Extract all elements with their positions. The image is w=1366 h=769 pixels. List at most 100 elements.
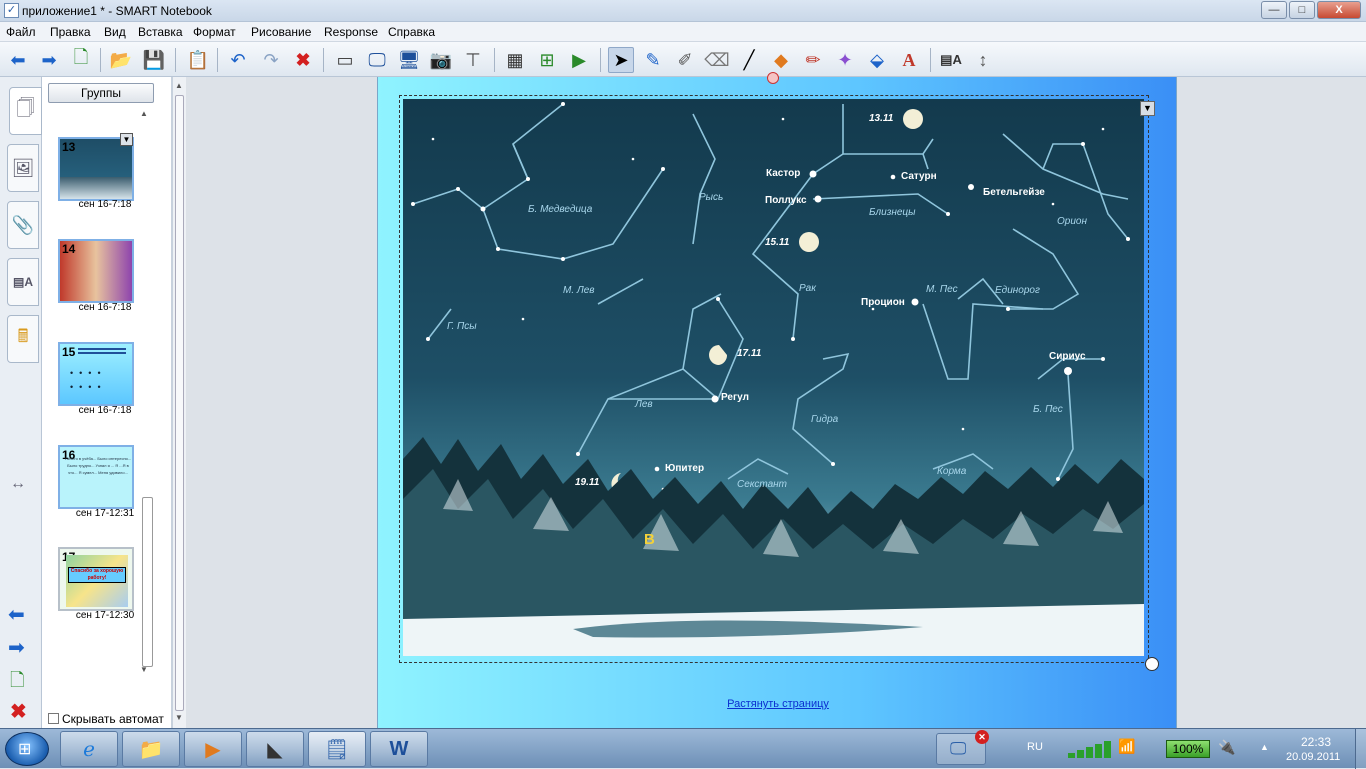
undo-icon[interactable]: ↶ <box>225 47 251 73</box>
checkbox-icon <box>48 713 59 724</box>
taskbar-word[interactable]: W <box>370 731 428 767</box>
show-desktop-button[interactable] <box>1355 729 1366 769</box>
battery-indicator[interactable]: 100% <box>1166 740 1210 758</box>
page-thumb-16[interactable]: 16 Ничего в учёба... Было интересно... Б… <box>58 445 134 509</box>
side-tabs: 🗍 🖼 📎 ▤A 🖩 ↔ ⬅ ➡ 🗋 ✖ <box>0 77 42 728</box>
language-indicator[interactable]: RU <box>1027 741 1043 753</box>
folder-icon: 📁 <box>138 738 164 761</box>
screen-capture-icon[interactable]: 📷 <box>428 47 454 73</box>
insert-page-icon[interactable]: ⊞ <box>534 47 560 73</box>
power-plug-icon[interactable]: 🔌 <box>1218 739 1235 756</box>
select-pointer-icon[interactable]: ➤ <box>608 47 634 73</box>
label-canis-major: Б. Пес <box>1033 404 1063 415</box>
back-arrow-icon[interactable]: ⬅ <box>5 47 31 73</box>
show-hidden-icons-icon[interactable]: ▲ <box>1260 742 1269 752</box>
error-badge-icon: ✕ <box>975 730 989 744</box>
creative-pen-icon[interactable]: ✐ <box>672 47 698 73</box>
side-delete-icon[interactable]: ✖ <box>10 699 27 724</box>
paste-icon[interactable]: 📋 <box>185 47 211 73</box>
menu-edit[interactable]: Правка <box>50 25 91 39</box>
page-thumb-14[interactable]: 14 <box>58 239 134 303</box>
line-icon[interactable]: ╱ <box>736 47 762 73</box>
clock-date[interactable]: 20.09.2011 <box>1286 751 1340 763</box>
groups-button[interactable]: Группы <box>48 83 154 103</box>
clock-time[interactable]: 22:33 <box>1301 735 1331 749</box>
notebook-page[interactable]: Б. Медведица Рысь М. Лев Г. Псы Лев Регу… <box>377 72 1178 728</box>
panel-splitter-scrollbar[interactable]: ▲ ▼ <box>172 77 186 728</box>
properties-icon[interactable]: ▤A <box>938 47 964 73</box>
menu-format[interactable]: Формат <box>193 25 236 39</box>
tray-smart-board-button[interactable]: 🖵 ✕ <box>936 730 989 765</box>
menu-help[interactable]: Справка <box>388 25 435 39</box>
thumb-menu-dropdown[interactable]: ▼ <box>120 133 133 146</box>
redo-icon[interactable]: ↷ <box>258 47 284 73</box>
sorter-scroll-up-icon[interactable]: ▲ <box>140 109 148 118</box>
document-camera-icon[interactable]: ⊤ <box>460 47 486 73</box>
label-betelgeuse: Бетельгейзе <box>983 187 1045 198</box>
magic-pen-icon[interactable]: ✏ <box>800 47 826 73</box>
rotation-handle[interactable] <box>767 72 779 84</box>
sorter-scroll-down-icon[interactable]: ▼ <box>140 665 148 674</box>
page-thumb-13[interactable]: 13 <box>58 137 134 201</box>
magic-wand-icon[interactable]: ✦ <box>832 47 858 73</box>
label-ursa-major: Б. Медведица <box>528 204 593 215</box>
taskbar-document-camera[interactable]: ◣ <box>246 731 304 767</box>
start-button[interactable]: ⊞ <box>5 732 49 766</box>
media-player-icon: ▶ <box>205 738 221 761</box>
menu-insert[interactable]: Вставка <box>138 25 183 39</box>
thumb-number: 15 <box>62 345 76 359</box>
text-icon[interactable]: A <box>896 47 922 73</box>
label-date-15-11: 15.11 <box>765 237 790 248</box>
menu-response[interactable]: Response <box>324 25 378 39</box>
maximize-button[interactable]: □ <box>1289 1 1315 19</box>
label-lynx: Рысь <box>699 192 724 203</box>
taskbar-internet-explorer[interactable]: ℯ <box>60 731 118 767</box>
table-icon[interactable]: ▦ <box>502 47 528 73</box>
page-thumb-15[interactable]: 15 •••• •••• <box>58 342 134 406</box>
shapes-icon[interactable]: ◆ <box>768 47 794 73</box>
taskbar-media-player[interactable]: ▶ <box>184 731 242 767</box>
eraser-icon[interactable]: ⌫ <box>704 47 730 73</box>
fill-icon[interactable]: ⬙ <box>864 47 890 73</box>
pen-icon[interactable]: ✎ <box>640 47 666 73</box>
close-button[interactable]: X <box>1317 1 1361 19</box>
media-icon[interactable]: ▶ <box>566 47 592 73</box>
side-forward-arrow-icon[interactable]: ➡ <box>8 635 25 660</box>
stretch-page-link[interactable]: Растянуть страницу <box>378 698 1178 710</box>
menu-file[interactable]: Файл <box>6 25 36 39</box>
page-sorter-tab[interactable]: 🗍 <box>9 87 42 135</box>
screen-shade-icon[interactable]: ▭ <box>332 47 358 73</box>
menu-draw[interactable]: Рисование <box>251 25 311 39</box>
full-screen-icon[interactable]: 🖵 <box>364 47 390 73</box>
taskbar-smart-notebook[interactable]: 🗒 <box>308 731 366 767</box>
save-icon[interactable]: 💾 <box>141 47 167 73</box>
menu-view[interactable]: Вид <box>104 25 126 39</box>
page-thumb-17[interactable]: 17 Спасибо за хорошую работу! <box>58 547 134 611</box>
dual-page-icon[interactable]: 🖥 <box>396 47 422 73</box>
star-map-image[interactable]: Б. Медведица Рысь М. Лев Г. Псы Лев Регу… <box>403 99 1144 656</box>
label-sirius: Сириус <box>1049 351 1086 362</box>
autohide-checkbox[interactable]: Скрывать автомат <box>48 712 164 726</box>
forward-arrow-icon[interactable]: ➡ <box>36 47 62 73</box>
delete-icon[interactable]: ✖ <box>290 47 316 73</box>
side-back-arrow-icon[interactable]: ⬅ <box>8 602 25 627</box>
object-menu-dropdown[interactable]: ▼ <box>1140 101 1155 116</box>
label-regulus: Регул <box>721 392 749 403</box>
sorter-scroll-thumb[interactable] <box>142 497 153 667</box>
side-add-page-icon[interactable]: 🗋 <box>10 668 24 698</box>
resize-horizontal-icon[interactable]: ↔ <box>10 475 26 493</box>
addons-tab[interactable]: 🖩 <box>7 315 39 363</box>
notebook-icon: 🗒 <box>324 738 350 761</box>
properties-tab[interactable]: ▤A <box>7 258 39 306</box>
move-toolbar-icon[interactable]: ↕ <box>970 47 996 73</box>
open-folder-icon[interactable]: 📂 <box>108 47 134 73</box>
add-page-icon[interactable]: 🗋 <box>68 47 94 73</box>
resize-handle[interactable] <box>1145 657 1159 671</box>
main-toolbar: ⬅ ➡ 🗋 📂 💾 📋 ↶ ↷ ✖ ▭ 🖵 🖥 📷 ⊤ ▦ ⊞ ▶ ➤ ✎ ✐ … <box>0 42 1366 77</box>
menu-bar: Файл Правка Вид Вставка Формат Рисование… <box>0 22 1366 42</box>
attachments-tab[interactable]: 📎 <box>7 201 39 249</box>
taskbar-explorer[interactable]: 📁 <box>122 731 180 767</box>
antenna-icon[interactable]: 📶 <box>1118 738 1135 755</box>
gallery-tab[interactable]: 🖼 <box>7 144 39 192</box>
minimize-button[interactable]: — <box>1261 1 1287 19</box>
